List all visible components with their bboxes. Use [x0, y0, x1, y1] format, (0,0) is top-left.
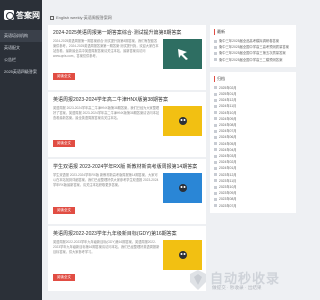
article-excerpt: 英语周报 2023-2024学年高二牛津HNX版第38期答案，我们已经为大家整理…: [53, 106, 160, 120]
article-title[interactable]: 英语周报2023-2024学年高二牛津HNX版第38期答案: [53, 96, 202, 103]
watermark-subtitle: 做提交 · 秒收录 · 出结果: [212, 285, 262, 290]
bullet-icon: [214, 92, 217, 96]
archive-link[interactable]: 2023年07月: [219, 203, 237, 209]
thumbnail-icon: [178, 251, 187, 259]
article-body: 2024-2025英语周报第一期答案综合·测试提升篇第8期答案，我们有配套答案供…: [53, 39, 202, 69]
bullet-icon: [214, 52, 217, 55]
bullet-icon: [214, 148, 217, 152]
article-list: 2024-2025英语周报第一期答案综合·测试提升篇第8期答案 2024-2025…: [48, 25, 206, 293]
article-body: 学生双语报 2023-2024学年RX版 新教材新高考版周报第14期答案，大家可…: [53, 173, 202, 203]
read-more-button[interactable]: 阅读全文: [53, 207, 75, 214]
article-title[interactable]: 学生双语报 2023-2024学年RX版 新教材新高考版周报第14期答案: [53, 163, 202, 170]
bullet-icon: [214, 105, 217, 109]
bullet-icon: [214, 160, 217, 164]
bullet-icon: [214, 167, 217, 171]
archive-box: 归档 2025年02月 2025年01月 2024年12月 2024年11月 2024年…: [210, 71, 296, 213]
article-thumbnail[interactable]: [162, 106, 202, 136]
home-icon[interactable]: [50, 16, 54, 20]
bullet-icon: [214, 98, 217, 102]
article-card: 学生双语报 2023-2024学年RX版 新教材新高考版周报第14期答案学生双语…: [48, 159, 206, 224]
thumbnail-icon: [178, 117, 187, 125]
bullet-icon: [214, 58, 217, 62]
bullet-icon: [214, 185, 217, 189]
sidebar-item-cet4-answers[interactable]: 2025英语四级答案: [0, 66, 42, 78]
article-excerpt: 2024-2025英语周报第一期答案综合·测试提升篇第8期答案，我们有配套答案供…: [53, 39, 159, 58]
sidebar-item-english-training[interactable]: 英语培训机构: [0, 30, 42, 42]
article-thumbnail[interactable]: [162, 173, 202, 203]
latest-title: 最新: [214, 29, 292, 35]
bullet-icon: [214, 179, 217, 183]
breadcrumb-text[interactable]: English weekly·英语周报答案网: [56, 15, 112, 21]
sidebar: 答案网 英语培训机构 英语配文 公告栏 2025英语四级答案: [0, 0, 42, 300]
article-excerpt: 学生双语报 2023-2024学年RX版 新教材新高考版周报第14期答案，大家可…: [53, 173, 159, 187]
bullet-icon: [214, 142, 217, 146]
logo-icon: [4, 10, 14, 20]
article-thumbnail[interactable]: [162, 240, 202, 270]
thumbnail-icon: [178, 184, 187, 192]
read-more-button[interactable]: 阅读全文: [53, 140, 75, 147]
article-title[interactable]: 英语周报2022-2023学年九年级新目标(GDY)第16期答案: [53, 230, 202, 237]
bullet-icon: [214, 154, 217, 158]
bullet-icon: [214, 173, 217, 177]
article-card: 2024-2025英语周报第一期答案综合·测试提升篇第8期答案 2024-2025…: [48, 25, 206, 90]
article-card: 英语周报2023-2024学年高二牛津HNX版第38期答案英语周报 2023-2…: [48, 92, 206, 157]
article-body: 英语周报 2023-2024学年高二牛津HNX版第38期答案，我们已经为大家整理…: [53, 106, 202, 136]
article-title[interactable]: 2024-2025英语周报第一期答案综合·测试提升篇第8期答案: [53, 29, 202, 36]
bullet-icon: [214, 123, 217, 127]
bullet-icon: [214, 191, 217, 195]
breadcrumb: English weekly·英语周报答案网: [50, 15, 112, 21]
article-excerpt: 英语周报2022-2023学年九年级新目标(GDY)第16期答案，英语周报202…: [53, 240, 160, 254]
archive-title: 归档: [214, 75, 292, 82]
site-logo[interactable]: 答案网: [0, 0, 42, 30]
thumbnail-icon: [177, 49, 188, 60]
sidebar-item-english-text[interactable]: 英语配文: [0, 42, 42, 54]
bullet-icon: [214, 39, 217, 43]
bullet-icon: [214, 86, 217, 90]
bullet-icon: [214, 204, 217, 208]
bullet-icon: [214, 136, 217, 140]
latest-box: 最新 衡中三年2025届全品高考模拟调研卷答案 衡中三年2025届全国中学高三高考…: [210, 25, 296, 67]
site-name: 答案网: [16, 10, 40, 20]
latest-link[interactable]: 衡中三年2025届全国中学高三二模预测答案: [219, 57, 282, 63]
right-column: 最新 衡中三年2025届全品高考模拟调研卷答案 衡中三年2025届全国中学高三高考…: [210, 25, 296, 218]
bullet-icon: [214, 111, 217, 115]
bullet-icon: [214, 45, 217, 49]
bullet-icon: [214, 117, 217, 121]
bullet-icon: [214, 198, 217, 202]
article-thumbnail[interactable]: [162, 39, 202, 69]
read-more-button[interactable]: 阅读全文: [53, 274, 75, 281]
bullet-icon: [214, 129, 217, 133]
latest-list-item[interactable]: 衡中三年2025届全国中学高三二模预测答案: [214, 57, 292, 63]
sidebar-item-notice[interactable]: 公告栏: [0, 54, 42, 66]
watermark-logo-icon: [190, 270, 206, 290]
watermark: 自动秒收录 做提交 · 秒收录 · 出结果: [188, 268, 293, 298]
article-card: 英语周报2022-2023学年九年级新目标(GDY)第16期答案英语周报2022…: [48, 226, 206, 291]
archive-list: 2025年02月 2025年01月 2024年12月 2024年11月 2024年10月…: [214, 85, 292, 209]
read-more-button[interactable]: 阅读全文: [53, 73, 75, 80]
latest-list: 衡中三年2025届全品高考模拟调研卷答案 衡中三年2025届全国中学高三高考预测质…: [214, 38, 292, 63]
archive-list-item[interactable]: 2023年07月: [214, 203, 292, 209]
article-body: 英语周报2022-2023学年九年级新目标(GDY)第16期答案，英语周报202…: [53, 240, 202, 270]
